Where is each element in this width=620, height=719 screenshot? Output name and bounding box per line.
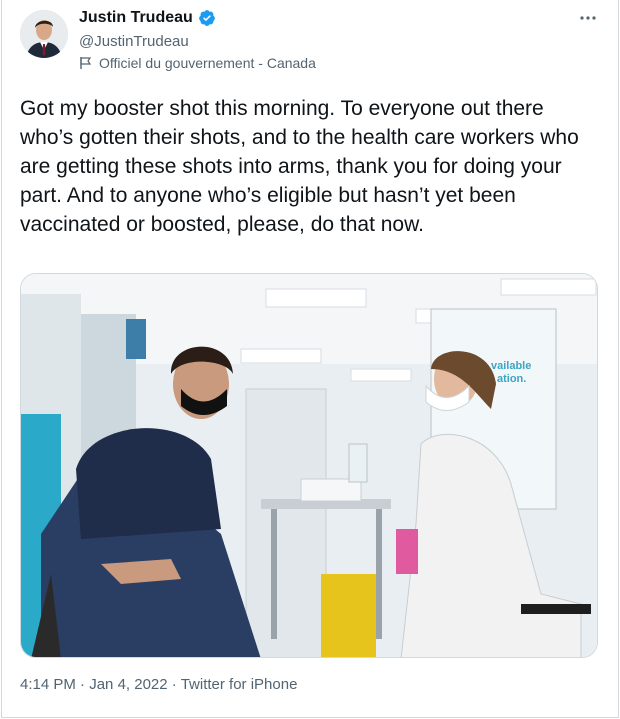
tweet-time[interactable]: 4:14 PM <box>20 676 76 693</box>
tweet-source[interactable]: Twitter for iPhone <box>168 676 298 693</box>
poster-text-2: ation. <box>497 373 526 385</box>
verified-badge-icon <box>198 10 215 26</box>
tweet-text: Got my booster shot this morning. To eve… <box>20 97 579 236</box>
flag-icon <box>80 57 92 69</box>
photo-illustration: vailable ation. <box>21 274 597 657</box>
avatar-image <box>20 10 68 58</box>
affiliation-label: Officiel du gouvernement - Canada <box>99 55 316 71</box>
author-handle[interactable]: @JustinTrudeau <box>79 33 189 50</box>
avatar[interactable] <box>20 10 68 58</box>
tweet-meta: 4:14 PM Jan 4, 2022 Twitter for iPhone <box>20 676 297 693</box>
tweet-photo[interactable]: vailable ation. <box>20 273 598 658</box>
author-name[interactable]: Justin Trudeau <box>79 9 193 27</box>
poster-text-1: vailable <box>491 360 531 372</box>
tweet-date[interactable]: Jan 4, 2022 <box>76 676 167 693</box>
government-label: Officiel du gouvernement - Canada <box>79 55 316 71</box>
more-dots-icon[interactable] <box>578 8 598 28</box>
